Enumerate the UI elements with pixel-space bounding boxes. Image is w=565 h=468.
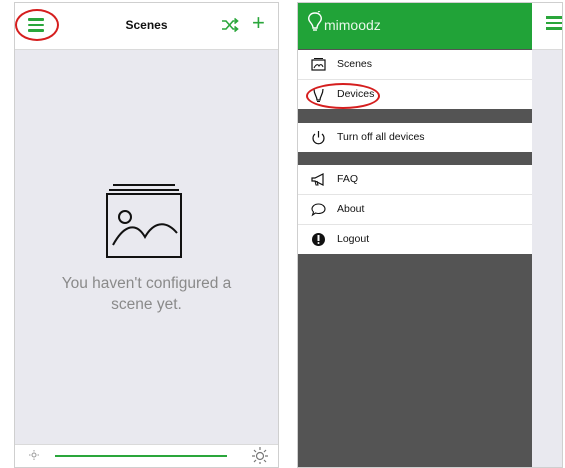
menu-icon[interactable] <box>546 16 562 30</box>
app-name: mimoodz <box>324 17 381 33</box>
photo-stack-icon <box>106 184 182 258</box>
empty-state-line-2: scene yet. <box>111 296 182 313</box>
menu-item-label: Devices <box>337 88 375 100</box>
speech-bubble-icon <box>311 203 326 217</box>
menu-group-power: Turn off all devices <box>298 123 532 152</box>
top-navigation-bar: Scenes + <box>15 3 278 50</box>
menu-item-label: FAQ <box>337 173 359 185</box>
empty-state-message: You haven't configured a scene yet. <box>15 273 278 315</box>
plus-icon[interactable]: + <box>252 12 265 34</box>
top-navigation-bar <box>532 3 562 50</box>
menu-group-main: Scenes Devices <box>298 50 532 109</box>
sun-icon <box>252 447 268 464</box>
menu-item-label: Scenes <box>337 58 373 70</box>
logout-icon <box>312 233 325 246</box>
menu-screen: mimoodz Scenes Devices Turn off all devi… <box>297 2 563 468</box>
menu-item-label: Logout <box>337 233 370 245</box>
empty-state-line-1: You haven't configured a <box>61 275 232 292</box>
sun-icon <box>29 450 39 460</box>
scenes-screen: Scenes + You haven't configured a scene … <box>14 2 279 468</box>
drawer-header: mimoodz <box>298 3 532 49</box>
menu-item-logout[interactable]: Logout <box>298 225 532 254</box>
brightness-bar <box>15 444 278 467</box>
underlying-screen-edge[interactable] <box>532 3 562 467</box>
menu-item-turn-off-all[interactable]: Turn off all devices <box>298 123 532 152</box>
menu-item-about[interactable]: About <box>298 195 532 225</box>
navigation-drawer: mimoodz Scenes Devices Turn off all devi… <box>298 3 532 467</box>
menu-item-label: Turn off all devices <box>337 131 425 143</box>
bulb-icon <box>308 11 322 31</box>
menu-item-scenes[interactable]: Scenes <box>298 50 532 80</box>
menu-group-info: FAQ About Logout <box>298 165 532 254</box>
power-icon <box>312 131 325 145</box>
brightness-slider[interactable] <box>55 455 227 457</box>
menu-item-faq[interactable]: FAQ <box>298 165 532 195</box>
megaphone-icon <box>311 173 324 186</box>
menu-item-label: About <box>337 203 365 215</box>
bulb-icon <box>313 88 324 102</box>
scenes-icon <box>311 58 326 71</box>
shuffle-icon[interactable] <box>221 17 239 33</box>
menu-item-devices[interactable]: Devices <box>298 80 532 109</box>
